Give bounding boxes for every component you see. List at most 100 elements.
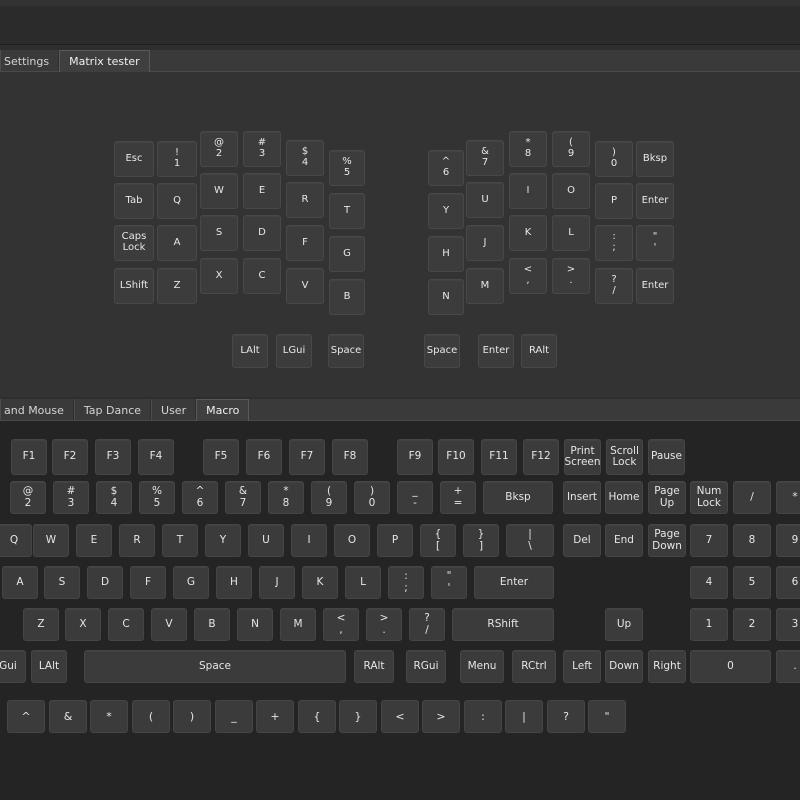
key-sym[interactable]: *	[90, 700, 128, 733]
key-sym[interactable]: <,	[509, 258, 547, 294]
key-sym[interactable]: _	[215, 700, 253, 733]
tab-and-mouse[interactable]: and Mouse	[0, 399, 74, 421]
key-enter[interactable]: Enter	[636, 183, 674, 219]
key-menu[interactable]: Menu	[460, 650, 504, 683]
key-sym[interactable]: _ -	[397, 481, 433, 514]
key-insert[interactable]: Insert	[563, 481, 601, 514]
key-n[interactable]: N	[237, 608, 273, 641]
key-7[interactable]: & 7	[466, 140, 504, 176]
key-scroll-lock[interactable]: Scroll Lock	[606, 439, 643, 475]
key-y[interactable]: Y	[428, 193, 464, 229]
key-sym[interactable]: {[	[420, 524, 456, 557]
key-ralt[interactable]: RAlt	[521, 334, 557, 368]
key-q[interactable]: Q	[0, 524, 32, 557]
key-t[interactable]: T	[162, 524, 198, 557]
key-rshift[interactable]: RShift	[452, 608, 554, 641]
key-d[interactable]: D	[87, 566, 123, 599]
key-9[interactable]: 9	[776, 524, 800, 557]
key-f11[interactable]: F11	[481, 439, 517, 475]
key-8[interactable]: 8	[733, 524, 771, 557]
key-lalt[interactable]: LAlt	[31, 650, 67, 683]
key-end[interactable]: End	[605, 524, 643, 557]
key-3[interactable]: #3	[53, 481, 89, 514]
key-bksp[interactable]: Bksp	[483, 481, 553, 514]
key-k[interactable]: K	[302, 566, 338, 599]
key-h[interactable]: H	[216, 566, 252, 599]
key-right[interactable]: Right	[648, 650, 686, 683]
key-j[interactable]: J	[466, 225, 504, 261]
key-6[interactable]: ^ 6	[182, 481, 218, 514]
key-n[interactable]: N	[428, 279, 464, 315]
key-o[interactable]: O	[334, 524, 370, 557]
key-f2[interactable]: F2	[52, 439, 88, 475]
key-7[interactable]: & 7	[225, 481, 261, 514]
key-i[interactable]: I	[509, 173, 547, 209]
key-f4[interactable]: F4	[138, 439, 174, 475]
key-sym[interactable]: " '	[431, 566, 467, 599]
key-sym[interactable]: :;	[388, 566, 424, 599]
key-e[interactable]: E	[76, 524, 112, 557]
key-9[interactable]: (9	[311, 481, 347, 514]
key-sym[interactable]: + =	[440, 481, 476, 514]
key-sym[interactable]: /	[733, 481, 771, 514]
key-page-up[interactable]: Page Up	[648, 481, 686, 514]
key-sym[interactable]: >.	[552, 258, 590, 294]
key-k[interactable]: K	[509, 215, 547, 251]
key-m[interactable]: M	[466, 268, 504, 304]
key-f5[interactable]: F5	[203, 439, 239, 475]
key-sym[interactable]: +	[256, 700, 294, 733]
key-page-down[interactable]: Page Down	[648, 524, 686, 557]
key-8[interactable]: * 8	[509, 131, 547, 167]
key-v[interactable]: V	[151, 608, 187, 641]
key-l[interactable]: L	[552, 215, 590, 251]
key-f[interactable]: F	[130, 566, 166, 599]
key-6[interactable]: ^ 6	[428, 150, 464, 186]
key-4[interactable]: $4	[96, 481, 132, 514]
key-sym[interactable]: }]	[463, 524, 499, 557]
key-sym[interactable]: :	[464, 700, 502, 733]
key-c[interactable]: C	[108, 608, 144, 641]
key-i[interactable]: I	[291, 524, 327, 557]
key-sym[interactable]: ^	[7, 700, 45, 733]
key-p[interactable]: P	[595, 183, 633, 219]
key-sym[interactable]: | \	[506, 524, 554, 557]
key-sym[interactable]: <,	[323, 608, 359, 641]
key-l[interactable]: L	[345, 566, 381, 599]
tab-matrix-tester[interactable]: Matrix tester	[59, 50, 150, 72]
key-9[interactable]: (9	[552, 131, 590, 167]
key-sym[interactable]: " '	[636, 225, 674, 261]
key-y[interactable]: Y	[205, 524, 241, 557]
key-ralt[interactable]: RAlt	[354, 650, 394, 683]
key-gui[interactable]: Gui	[0, 650, 26, 683]
key-del[interactable]: Del	[563, 524, 601, 557]
key-rctrl[interactable]: RCtrl	[512, 650, 556, 683]
key-u[interactable]: U	[248, 524, 284, 557]
key-f3[interactable]: F3	[95, 439, 131, 475]
key-8[interactable]: * 8	[268, 481, 304, 514]
key-sym[interactable]: &	[49, 700, 87, 733]
key-w[interactable]: W	[33, 524, 69, 557]
key-2[interactable]: @2	[10, 481, 46, 514]
key-s[interactable]: S	[44, 566, 80, 599]
key-space[interactable]: Space	[424, 334, 460, 368]
key-6[interactable]: 6	[776, 566, 800, 599]
key-sym[interactable]: }	[339, 700, 377, 733]
key-sym[interactable]: (	[132, 700, 170, 733]
key-sym[interactable]: ? /	[409, 608, 445, 641]
key-h[interactable]: H	[428, 236, 464, 272]
key-space[interactable]: Space	[84, 650, 346, 683]
key-sym[interactable]: {	[298, 700, 336, 733]
key-enter[interactable]: Enter	[636, 268, 674, 304]
tab-user[interactable]: User	[151, 399, 197, 421]
key-b[interactable]: B	[194, 608, 230, 641]
key-1[interactable]: 1	[690, 608, 728, 641]
key-sym[interactable]: <	[381, 700, 419, 733]
key-f12[interactable]: F12	[523, 439, 559, 475]
key-sym[interactable]: :;	[595, 225, 633, 261]
key-7[interactable]: 7	[690, 524, 728, 557]
key-print-screen[interactable]: Print Screen	[564, 439, 601, 475]
key-f9[interactable]: F9	[397, 439, 433, 475]
key-sym[interactable]: >	[422, 700, 460, 733]
key-rgui[interactable]: RGui	[406, 650, 446, 683]
key-f10[interactable]: F10	[438, 439, 474, 475]
